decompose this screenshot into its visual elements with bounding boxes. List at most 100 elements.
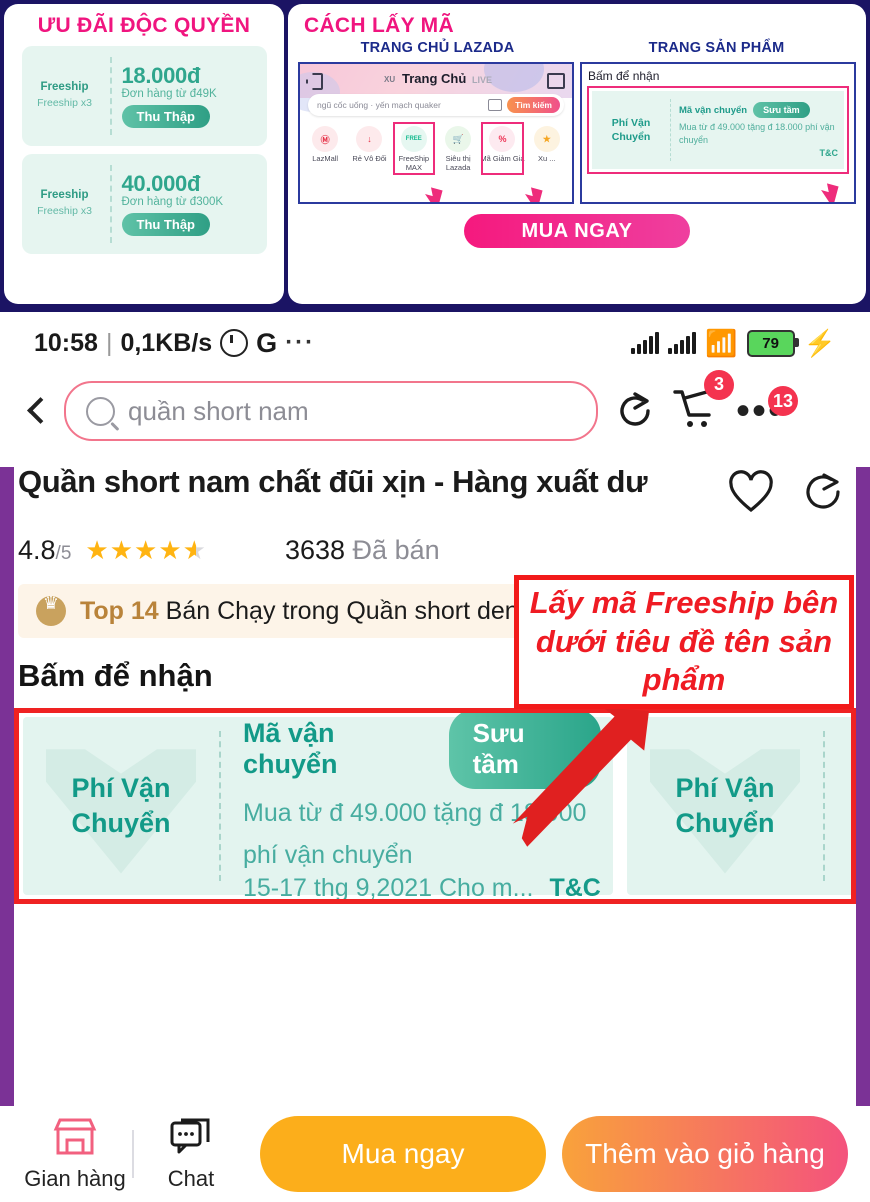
voucher-divider [823,731,825,881]
coupon-condition: Đơn hàng từ đ300K [121,196,224,209]
promo-coupon-1[interactable]: Freeship Freeship x3 18.000đ Đơn hàng từ… [21,46,267,146]
promo-left-panel: ƯU ĐÃI ĐỘC QUYỀN Freeship Freeship x3 18… [4,4,284,304]
annotation-text: Lấy mã Freeship bên dưới tiêu đề tên sản… [529,584,839,698]
bottom-divider [132,1130,134,1178]
chat-button[interactable]: Chat [138,1116,244,1192]
promo-right-panel: CÁCH LẤY MÃ TRANG CHỦ LAZADA TRANG SẢN P… [288,4,866,304]
mock-category-lazmall[interactable]: Ⓜ LazMall [303,122,347,173]
promo-mockups: XU Trang Chủ LIVE ngũ cốc uống · yến mạc… [298,62,856,204]
camera-icon[interactable] [488,99,503,111]
add-to-cart-button[interactable]: Thêm vào giỏ hàng [562,1116,848,1192]
mock-app-header: XU Trang Chủ LIVE [300,64,572,112]
mock-cart-icon[interactable] [547,73,565,89]
shop-button[interactable]: Gian hàng [22,1116,128,1192]
promo-right-title: CÁCH LẤY MÃ [304,14,454,37]
mock-page-label: Trang Chủ [402,71,467,86]
voucher-tc-link[interactable]: T&C [549,874,600,899]
coupon-collect-button[interactable]: Thu Thập [121,105,210,129]
shop-label: Gian hàng [24,1166,126,1191]
coupon-brand: Freeship [40,81,89,94]
red-arrow-icon [492,700,662,860]
coupon-brand-block: Freeship Freeship x3 [22,80,110,111]
mock-voucher-tc[interactable]: T&C [679,148,839,158]
mock-voucher-card[interactable]: Phí Vận Chuyển Mã vận chuyển Sưu tầm Mua… [592,91,844,169]
status-time: 10:58 [34,328,98,357]
shopping-cart-icon: 🛒 [445,126,472,152]
mock-category-supermarket[interactable]: 🛒 Siêu thị Lazada [436,122,480,173]
highlight-box-voucher [481,122,524,175]
coupon-detail-block: 18.000đ Đơn hàng từ đ49K Thu Thập [112,64,267,129]
google-icon: G [256,327,278,358]
voucher-type-block: Phí Vận Chuyển [23,749,219,874]
mock-voucher-highlight: Phí Vận Chuyển Mã vận chuyển Sưu tầm Mua… [587,86,849,174]
promo-subheadings: TRANG CHỦ LAZADA TRANG SẢN PHẨM [298,40,856,56]
more-menu-button[interactable]: ••• 13 [736,386,799,431]
buy-now-button[interactable]: Mua ngay [260,1116,546,1192]
back-button[interactable] [22,398,48,424]
star-rating: ★★★★★ [85,535,207,565]
product-header: Quần short nam chất đũi xịn - Hàng xuất … [0,448,870,519]
coupon-brand: Freeship [40,189,89,202]
status-separator: | [105,328,113,357]
coupon-sub: Freeship x3 [37,204,92,217]
mock-category-row: Ⓜ LazMall ↓ Rẻ Vô Đối FREE FreeShip MAX … [300,122,572,175]
mock-category-xu[interactable]: ★ Xu ... [525,122,569,173]
voucher-label: Mã vận chuyển [243,718,338,779]
rating-value: 4.8 [18,535,56,565]
search-input[interactable]: quần short nam [64,381,598,441]
mock-voucher-collect-button[interactable]: Sưu tầm [753,102,810,119]
product-actions [728,462,852,519]
mock-category-label: LazMall [312,154,339,163]
rating-max: /5 [55,543,72,564]
highlight-box-freeship [392,122,435,175]
coin-icon: ★ [533,126,560,152]
mock-category-voucher[interactable]: % Mã Giảm Giá [480,122,525,175]
coupon-amount: 40.000đ [121,170,201,196]
right-edge-stripe [856,467,870,1202]
discount-arrow-icon: ↓ [356,126,383,152]
cart-button[interactable]: 3 [672,369,734,437]
voucher-type-text: Phí Vận Chuyển [71,772,171,838]
search-row: quần short nam 3 ••• 13 [0,369,870,448]
bottom-action-bar: Gian hàng Chat Mua ngay Thêm vào giỏ hàn… [0,1106,870,1202]
wifi-icon: 📶 [705,327,738,358]
promo-cta-button[interactable]: MUA NGAY [464,214,690,248]
alarm-icon [220,329,249,357]
mock-category-label: Rẻ Vô Đối [352,154,387,163]
voucher-date: 15-17 thg 9,2021 Cho m... [243,874,534,902]
share-button-product[interactable] [800,470,846,519]
subheading-product: TRANG SẢN PHẨM [648,40,785,56]
share-button-top[interactable] [614,390,656,432]
wishlist-button[interactable] [728,470,774,519]
top-rank: Top 14 [80,596,159,625]
mock-xu-label: XU [384,75,396,84]
product-title: Quần short nam chất đũi xịn - Hàng xuất … [18,464,648,499]
chat-label: Chat [167,1166,215,1191]
left-edge-stripe [0,467,14,1202]
mock-category-revodoi[interactable]: ↓ Rẻ Vô Đối [347,122,391,173]
sold-label: Đã bán [352,535,440,565]
battery-icon: 79 [746,329,799,357]
coupon-collect-button[interactable]: Thu Thập [121,213,210,237]
promo-banner: ƯU ĐÃI ĐỘC QUYỀN Freeship Freeship x3 18… [0,0,870,312]
annotation-callout: Lấy mã Freeship bên dưới tiêu đề tên sản… [514,575,854,709]
mock-category-freeship[interactable]: FREE FreeShip MAX [392,122,436,175]
mock-search-button[interactable]: Tìm kiếm [507,97,560,113]
crown-icon [36,593,66,626]
mock-live-label: LIVE [472,75,493,85]
scan-icon[interactable] [306,73,323,90]
lazmall-icon: Ⓜ [312,126,339,152]
status-bar: 10:58 | 0,1KB/s G ··· 📶 79 ⚡ [0,312,870,374]
sold-count: 3638 [284,535,346,565]
coupon-condition: Đơn hàng từ đ49K [121,88,217,101]
mock-search-value: ngũ cốc uống · yến mạch quaker [317,100,441,110]
coupon-sub: Freeship x3 [37,96,92,109]
mock-voucher-desc: Mua từ đ 49.000 tặng đ 18.000 phí vận ch… [679,122,835,145]
product-page-mockup: Bấm để nhận Phí Vận Chuyển Mã vận chuyển… [580,62,856,204]
promo-coupon-2[interactable]: Freeship Freeship x3 40.000đ Đơn hàng từ… [21,154,267,254]
rating-row: 4.8 /5 ★★★★★ 3638 Đã bán [0,519,870,566]
lazada-home-mockup: XU Trang Chủ LIVE ngũ cốc uống · yến mạc… [298,62,574,204]
menu-badge: 13 [767,386,799,416]
signal-bars-sim2-icon [668,332,697,354]
mock-search-bar[interactable]: ngũ cốc uống · yến mạch quaker Tìm kiếm [308,94,564,116]
